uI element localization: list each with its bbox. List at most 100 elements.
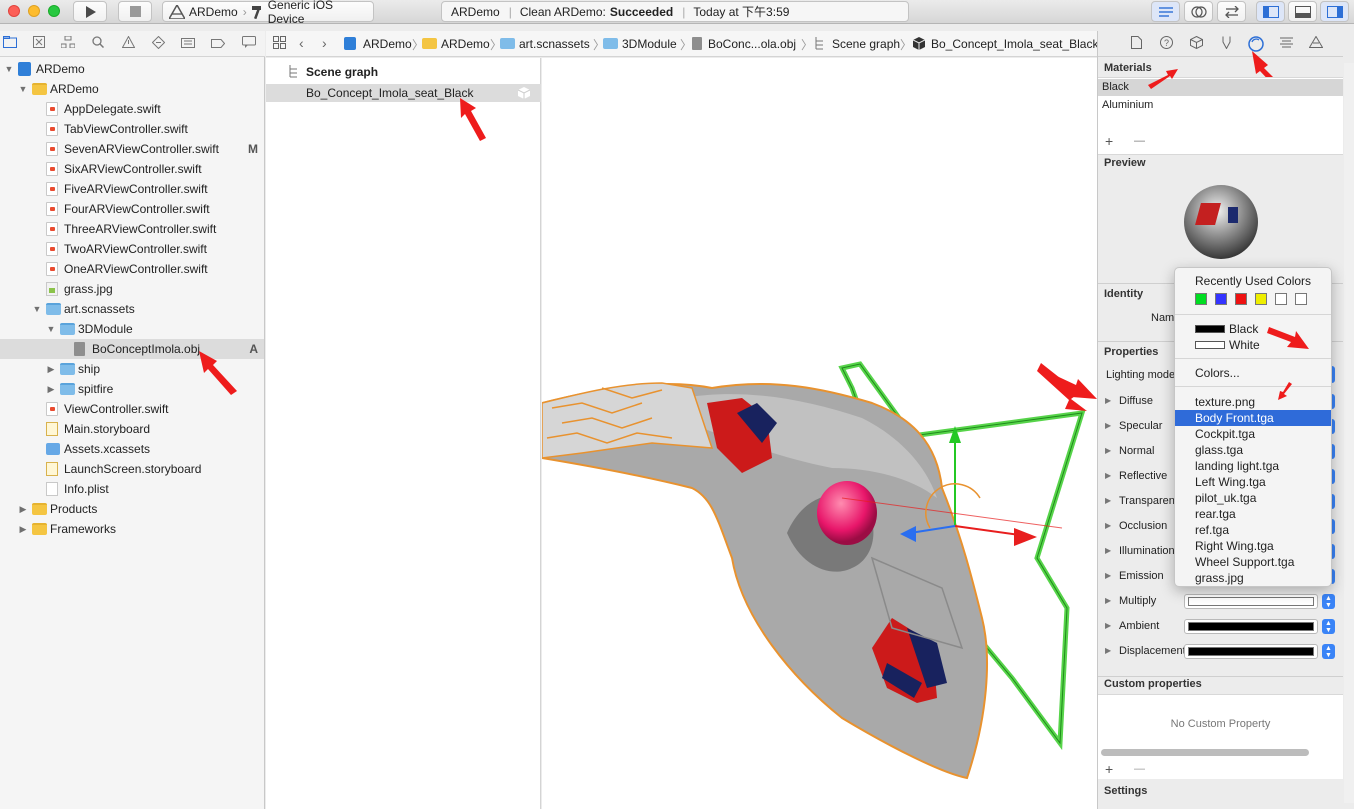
file-tree-row[interactable]: LaunchScreen.storyboard (0, 459, 264, 479)
run-button[interactable] (73, 1, 107, 22)
scheme-selector[interactable]: ARDemo › Generic iOS Device (162, 0, 374, 26)
vertical-scrollbar[interactable] (1344, 63, 1354, 803)
disclosure-closed-icon[interactable]: ▶ (1105, 640, 1111, 662)
file-tree-row[interactable]: grass.jpg (0, 279, 264, 299)
material-property-row[interactable]: ▶ Ambient ▲ ▼ (1098, 615, 1343, 637)
debug-gauge-icon[interactable] (180, 36, 196, 52)
menu-item-texture[interactable]: Cockpit.tga (1175, 426, 1331, 442)
toggle-debug-area-button[interactable] (1288, 1, 1317, 22)
add-material-button[interactable]: + (1105, 133, 1113, 149)
disclosure-closed-icon[interactable]: ▶ (18, 499, 28, 519)
disclosure-closed-icon[interactable]: ▶ (1105, 415, 1111, 437)
material-row[interactable]: Black (1098, 79, 1343, 96)
file-tree-row[interactable]: Assets.xcassets (0, 439, 264, 459)
crumb-3dmodule[interactable]: 3DModule (622, 37, 677, 51)
toggle-navigator-button[interactable] (1256, 1, 1285, 22)
folder-icon[interactable] (2, 36, 18, 52)
disclosure-closed-icon[interactable]: ▶ (1105, 465, 1111, 487)
file-tree-row[interactable]: SevenARViewController.swift M (0, 139, 264, 159)
file-tree-row[interactable]: Info.plist (0, 479, 264, 499)
color-well[interactable] (1184, 594, 1318, 609)
file-tree-row[interactable]: AppDelegate.swift (0, 99, 264, 119)
material-row[interactable]: Aluminium (1098, 97, 1343, 114)
grid-view-icon[interactable] (273, 36, 286, 52)
forward-arrow-icon[interactable]: › (322, 36, 327, 50)
chevron-up-down-icon[interactable]: ▲▼ (1322, 594, 1335, 609)
color-well[interactable] (1184, 644, 1318, 659)
recent-color-swatch[interactable] (1235, 293, 1247, 305)
chevron-up-down-icon[interactable]: ▲▼ (1322, 619, 1335, 634)
crumb-obj-file[interactable]: BoConc...ola.obj (708, 37, 796, 51)
minimize-window-button[interactable] (28, 5, 40, 17)
menu-item-texture[interactable]: Body Front.tga (1175, 410, 1331, 426)
zoom-window-button[interactable] (48, 5, 60, 17)
report-bubble-icon[interactable] (241, 36, 257, 52)
recent-color-swatch[interactable] (1295, 293, 1307, 305)
disclosure-closed-icon[interactable]: ▶ (46, 359, 56, 379)
disclosure-closed-icon[interactable]: ▶ (1105, 565, 1111, 587)
file-tree-row[interactable]: FourARViewController.swift (0, 199, 264, 219)
disclosure-closed-icon[interactable]: ▶ (18, 519, 28, 539)
test-diamond-icon[interactable] (150, 35, 166, 52)
symbol-hierarchy-icon[interactable] (60, 35, 76, 52)
disclosure-closed-icon[interactable]: ▶ (1105, 390, 1111, 412)
warning-icon[interactable] (120, 35, 136, 52)
standard-editor-button[interactable] (1151, 1, 1180, 22)
disclosure-open-icon[interactable]: ▼ (18, 79, 28, 99)
crumb-scnassets[interactable]: art.scnassets (519, 37, 590, 51)
disclosure-closed-icon[interactable]: ▶ (1105, 540, 1111, 562)
file-tree-row[interactable]: ▼ art.scnassets (0, 299, 264, 319)
help-icon[interactable]: ? (1158, 36, 1174, 52)
crumb-project[interactable]: ARDemo (363, 37, 412, 51)
file-tree-row[interactable]: ThreeARViewController.swift (0, 219, 264, 239)
node-cube-icon[interactable] (1188, 35, 1204, 52)
stop-button[interactable] (118, 1, 152, 22)
add-custom-property-button[interactable]: + (1105, 761, 1113, 777)
disclosure-closed-icon[interactable]: ▶ (1105, 515, 1111, 537)
attributes-icon[interactable] (1218, 36, 1234, 52)
back-arrow-icon[interactable]: ‹ (299, 36, 304, 50)
close-window-button[interactable] (8, 5, 20, 17)
menu-item-texture[interactable]: Wheel Support.tga (1175, 554, 1331, 570)
file-tree-row[interactable]: ViewController.swift (0, 399, 264, 419)
menu-item-texture[interactable]: glass.tga (1175, 442, 1331, 458)
material-property-row[interactable]: ▶ Multiply ▲ ▼ (1098, 590, 1343, 612)
menu-item-texture[interactable]: Right Wing.tga (1175, 538, 1331, 554)
material-property-row[interactable]: ▶ Displacement ▲ ▼ (1098, 640, 1343, 662)
recent-color-swatch[interactable] (1215, 293, 1227, 305)
remove-material-button[interactable]: — (1134, 135, 1145, 147)
crumb-group[interactable]: ARDemo (441, 37, 490, 51)
assistant-editor-button[interactable] (1184, 1, 1213, 22)
menu-item-colors[interactable]: Colors... (1175, 365, 1331, 381)
menu-item-texture[interactable]: Left Wing.tga (1175, 474, 1331, 490)
horizontal-scrollbar[interactable] (1101, 749, 1309, 756)
disclosure-closed-icon[interactable]: ▶ (1105, 440, 1111, 462)
file-tree-row[interactable]: ▶ Products (0, 499, 264, 519)
file-tree-row[interactable]: TabViewController.swift (0, 119, 264, 139)
file-tree-row[interactable]: TwoARViewController.swift (0, 239, 264, 259)
version-editor-button[interactable] (1217, 1, 1246, 22)
disclosure-closed-icon[interactable]: ▶ (1105, 490, 1111, 512)
disclosure-closed-icon[interactable]: ▶ (1105, 615, 1111, 637)
menu-item-texture[interactable]: texture.png (1175, 394, 1331, 410)
recent-color-swatch[interactable] (1275, 293, 1287, 305)
disclosure-open-icon[interactable]: ▼ (46, 319, 56, 339)
breakpoint-icon[interactable] (210, 36, 226, 52)
search-icon[interactable] (90, 36, 106, 52)
file-inspector-icon[interactable] (1128, 36, 1144, 52)
menu-item-texture[interactable]: ref.tga (1175, 522, 1331, 538)
recent-color-swatch[interactable] (1255, 293, 1267, 305)
toggle-inspector-button[interactable] (1320, 1, 1349, 22)
disclosure-closed-icon[interactable]: ▶ (1105, 590, 1111, 612)
file-tree-row[interactable]: FiveARViewController.swift (0, 179, 264, 199)
file-tree-row[interactable]: ▼ ARDemo (0, 59, 264, 79)
file-tree-row[interactable]: ▼ ARDemo (0, 79, 264, 99)
recent-color-swatch[interactable] (1195, 293, 1207, 305)
menu-item-texture[interactable]: pilot_uk.tga (1175, 490, 1331, 506)
disclosure-open-icon[interactable]: ▼ (4, 59, 14, 79)
file-tree-row[interactable]: SixARViewController.swift (0, 159, 264, 179)
scene-viewport[interactable] (542, 58, 1097, 809)
menu-item-texture[interactable]: rear.tga (1175, 506, 1331, 522)
file-tree-row[interactable]: OneARViewController.swift (0, 259, 264, 279)
disclosure-closed-icon[interactable]: ▶ (46, 379, 56, 399)
